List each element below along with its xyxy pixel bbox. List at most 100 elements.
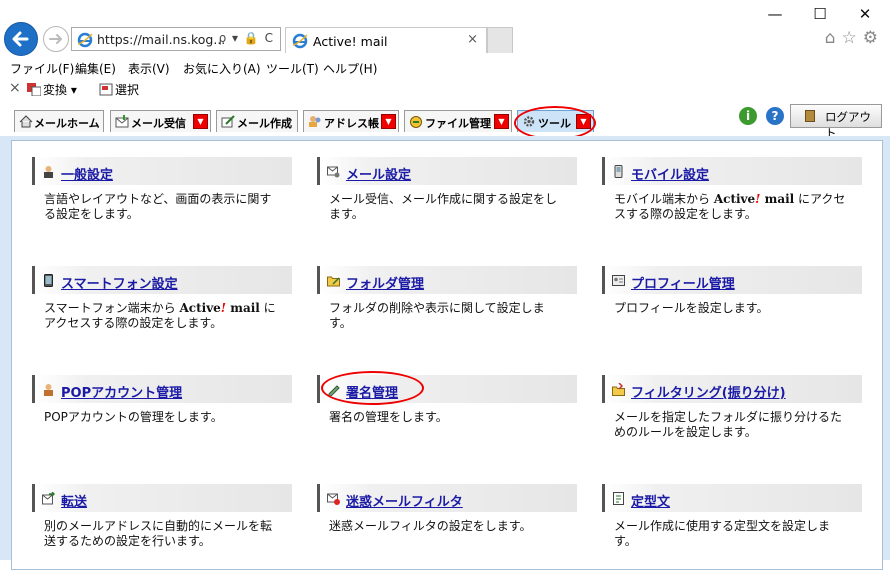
item-title-link[interactable]: モバイル設定 [631,164,709,183]
minimize-button[interactable]: — [755,3,795,25]
command-bar-close-icon[interactable]: × [9,80,21,96]
item-spam-filter: 迷惑メールフィルタ 迷惑メールフィルタの設定をします。 [317,484,577,534]
item-header: POPアカウント管理 [32,375,292,403]
info-icon[interactable]: i [739,107,757,125]
dropdown-arrow-icon[interactable]: ▼ [193,114,208,129]
menu-favorites[interactable]: お気に入り(A) [183,60,261,77]
back-button[interactable] [4,22,38,56]
brand-text: Active [713,192,756,206]
content-area: 一般設定 言語やレイアウトなど、画面の表示に関する設定をします。 メール設定 メ… [0,136,890,570]
dropdown-arrow-icon[interactable]: ▼ [494,114,509,129]
close-window-button[interactable]: ✕ [845,3,885,25]
select-label: 選択 [115,83,140,97]
folder-icon [327,276,340,287]
forward-button[interactable] [43,26,69,52]
menu-bar: ファイル(F) 編集(E) 表示(V) お気に入り(A) ツール(T) ヘルプ(… [0,58,890,78]
item-title-link[interactable]: フィルタリング(振り分け) [631,382,786,401]
user-icon [44,166,53,178]
tab-mail-home[interactable]: メールホーム [14,110,104,132]
home-icon [19,115,33,128]
item-profile-management: プロフィール管理 プロフィールを設定します。 [602,266,862,316]
item-header: スマートフォン設定 [32,266,292,294]
menu-edit[interactable]: 編集(E) [75,60,116,77]
select-icon [99,83,113,96]
command-bar: × 変換 ▾ 選択 [0,78,890,100]
mail-gear-icon [327,166,340,178]
profile-card-icon [612,275,625,286]
item-header: プロフィール管理 [602,266,862,294]
item-desc: 署名の管理をします。 [329,410,448,424]
translate-button[interactable]: 変換 ▾ [27,81,77,98]
address-book-icon [309,116,321,127]
item-header: 転送 [32,484,292,512]
tab-label: アドレス帳 [324,117,379,130]
ie-logo-icon [77,32,93,48]
mail-compose-icon [221,115,235,128]
smartphone-icon [44,274,53,287]
menu-tools[interactable]: ツール(T) [266,60,319,77]
favorites-star-icon[interactable]: ☆ [842,28,863,48]
tab-mail-receive[interactable]: メール受信 ▼ [110,110,211,132]
item-smartphone-settings: スマートフォン設定 スマートフォン端末から Active! mail にアクセス… [32,266,292,331]
item-template-text: 定型文 メール作成に使用する定型文を設定します。 [602,484,862,549]
tab-label: ファイル管理 [425,117,491,130]
item-desc: モバイル端末から Active! mail にアクセスする際の設定をします。 [614,192,846,222]
tab-label: メール作成 [237,117,292,130]
brand-name: Active! mail [179,301,259,315]
filter-folder-icon [612,383,625,396]
dropdown-arrow-icon[interactable]: ▼ [381,114,396,129]
tab-file-manager[interactable]: ファイル管理 ▼ [404,110,512,132]
menu-help[interactable]: ヘルプ(H) [323,60,377,77]
item-title-link[interactable]: フォルダ管理 [346,273,424,292]
forward-mail-icon [42,492,55,505]
item-desc: 言語やレイアウトなど、画面の表示に関する設定をします。 [44,192,272,221]
item-desc: プロフィールを設定します。 [614,301,769,315]
item-header: 定型文 [602,484,862,512]
menu-view[interactable]: 表示(V) [128,60,170,77]
item-title-link[interactable]: 定型文 [631,491,670,510]
address-tools[interactable]: ρ ▾ 🔒 C [219,31,274,45]
menu-file[interactable]: ファイル(F) [10,60,74,77]
tab-mail-compose[interactable]: メール作成 [216,110,298,132]
item-title-link[interactable]: POPアカウント管理 [61,382,182,401]
item-mobile-settings: モバイル設定 モバイル端末から Active! mail にアクセスする際の設定… [602,157,862,222]
user-icon [44,384,53,396]
item-general-settings: 一般設定 言語やレイアウトなど、画面の表示に関する設定をします。 [32,157,292,222]
item-header: フォルダ管理 [317,266,577,294]
mobile-phone-icon [614,165,623,178]
item-desc: 別のメールアドレスに自動的にメールを転送するための設定を行います。 [44,519,273,548]
file-manager-icon [410,116,422,128]
settings-panel: 一般設定 言語やレイアウトなど、画面の表示に関する設定をします。 メール設定 メ… [11,140,883,570]
settings-gear-icon[interactable]: ⚙ [863,28,884,48]
item-folder-management: フォルダ管理 フォルダの削除や表示に関して設定します。 [317,266,577,331]
brand-text: mail [760,192,795,206]
tab-address-book[interactable]: アドレス帳 ▼ [303,110,399,132]
item-desc: フォルダの削除や表示に関して設定します。 [329,301,545,330]
help-icon[interactable]: ? [766,107,784,125]
brand-text: Active [179,301,221,315]
item-title-link[interactable]: プロフィール管理 [631,273,735,292]
browser-tab-active[interactable]: Active! mail × [285,27,487,53]
item-filtering: フィルタリング(振り分け) メールを指定したフォルダに振り分けるためのルールを設… [602,375,862,440]
item-title-link[interactable]: メール設定 [346,164,411,183]
browser-toolbar-icons: ⌂☆⚙ [825,28,884,48]
address-bar[interactable]: https://mail.ns.kog... ρ ▾ 🔒 C [71,27,281,51]
address-url[interactable]: https://mail.ns.kog... [97,32,225,47]
back-arrow-icon [12,31,29,47]
item-title-link[interactable]: 転送 [61,491,87,510]
item-title-link[interactable]: スマートフォン設定 [61,273,178,292]
item-desc: メールを指定したフォルダに振り分けるためのルールを設定します。 [614,410,843,439]
select-button[interactable]: 選択 [99,81,139,98]
item-header: メール設定 [317,157,577,185]
maximize-button[interactable]: ☐ [800,3,840,25]
home-icon[interactable]: ⌂ [825,28,842,48]
item-title-link[interactable]: 迷惑メールフィルタ [346,491,463,510]
new-tab-button[interactable] [487,27,513,53]
logout-button[interactable]: ログアウト [790,104,882,140]
item-desc: スマートフォン端末から Active! mail にアクセスする際の設定をします… [44,301,276,331]
item-header: 一般設定 [32,157,292,185]
item-title-link[interactable]: 一般設定 [61,164,113,183]
tab-label: メールホーム [34,117,100,130]
brand-text: mail [226,301,260,315]
tab-close-icon[interactable]: × [467,32,478,47]
